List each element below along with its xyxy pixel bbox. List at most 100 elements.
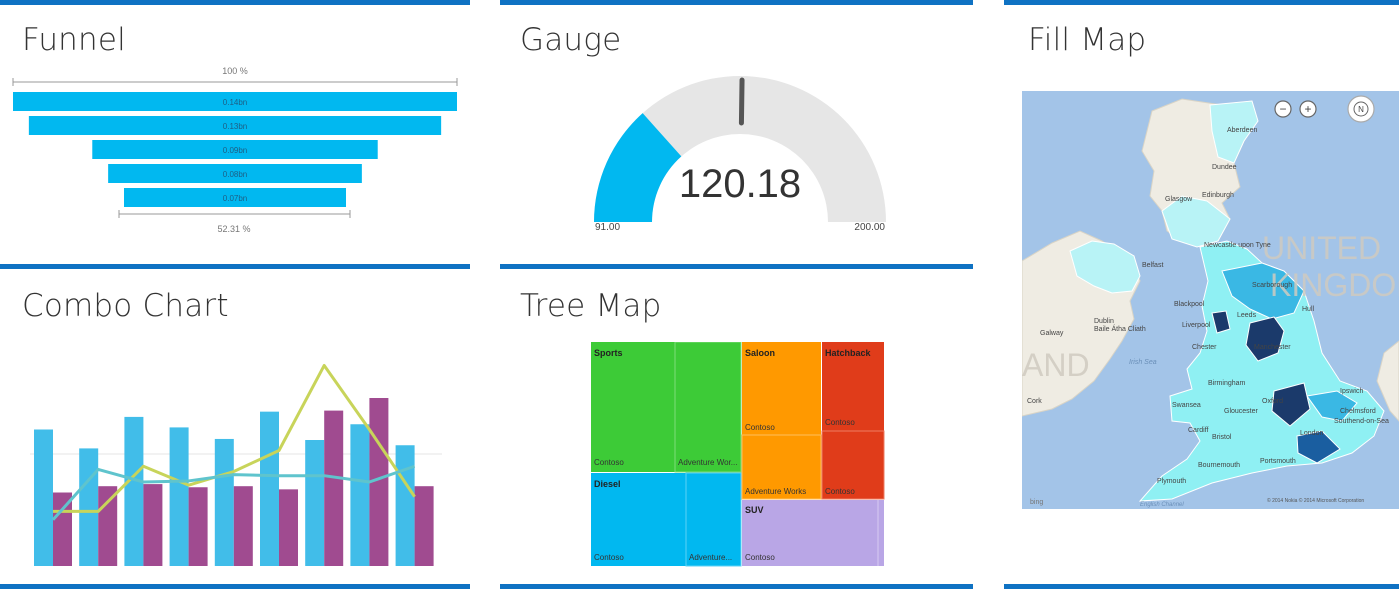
combo-bar-series1[interactable] bbox=[214, 438, 234, 566]
map-label: London bbox=[1300, 430, 1323, 437]
map-label: Chester bbox=[1192, 344, 1217, 351]
treemap-group-label: SUV bbox=[745, 505, 764, 515]
map-label: Belfast bbox=[1142, 262, 1163, 269]
map-label: Cardiff bbox=[1188, 427, 1209, 434]
treemap-tile[interactable]: Tree Map Sports Contoso Adventure Wor...… bbox=[500, 264, 973, 589]
treemap-item-label: Adventure Works bbox=[745, 487, 806, 496]
combo-bar-series1[interactable] bbox=[124, 416, 144, 566]
map-big-label-1: UNITED bbox=[1262, 230, 1381, 266]
treemap-group-label: Saloon bbox=[745, 348, 775, 358]
map-label: Blackpool bbox=[1174, 301, 1205, 308]
combo-bar-series1[interactable] bbox=[350, 424, 370, 566]
treemap-group-label: Sports bbox=[594, 348, 623, 358]
map-label: Cork bbox=[1027, 398, 1042, 405]
zoom-out-icon: − bbox=[1279, 102, 1286, 116]
treemap-cell-sports-adventure[interactable] bbox=[674, 342, 742, 473]
map-label: Liverpool bbox=[1182, 322, 1211, 329]
tile-title: Tree Map bbox=[520, 288, 662, 324]
combo-bar-series1[interactable] bbox=[395, 445, 415, 566]
combo-bar-series1[interactable] bbox=[79, 448, 99, 566]
tile-top-bar bbox=[1004, 0, 1399, 5]
map-label: Manchester bbox=[1254, 344, 1291, 351]
zoom-out-button[interactable]: − bbox=[1274, 100, 1292, 118]
treemap-group-label: Hatchback bbox=[825, 348, 872, 358]
map-label: Oxford bbox=[1262, 398, 1283, 405]
map-label: Galway bbox=[1040, 330, 1064, 337]
tile-top-bar bbox=[0, 264, 470, 269]
tile-bottom-bar bbox=[0, 584, 470, 589]
tile-title: Combo Chart bbox=[22, 288, 229, 324]
treemap-item-label: Contoso bbox=[825, 487, 855, 496]
combo-bar-series2[interactable] bbox=[188, 487, 208, 566]
combo-bar-series2[interactable] bbox=[324, 410, 344, 566]
combo-bar-series1[interactable] bbox=[34, 429, 53, 567]
treemap-group-label: Diesel bbox=[594, 479, 621, 489]
map-label: Leeds bbox=[1237, 312, 1257, 319]
map-label: Bournemouth bbox=[1198, 462, 1240, 469]
map-channel-label: English Channel bbox=[1140, 502, 1184, 508]
map-label: Dundee bbox=[1212, 164, 1237, 171]
compass-icon: N bbox=[1358, 105, 1364, 114]
treemap-item-label: Contoso bbox=[825, 418, 855, 427]
combo-bar-series2[interactable] bbox=[98, 486, 118, 566]
fill-map[interactable]: UNITED KINGDOM AND Aberdeen Dundee Edinb… bbox=[1022, 91, 1399, 509]
combo-bar-series1[interactable] bbox=[260, 411, 279, 566]
map-copyright: © 2014 Nokia © 2014 Microsoft Corporatio… bbox=[1267, 497, 1364, 504]
map-label: Ipswich bbox=[1340, 388, 1363, 395]
combo-bar-series2[interactable] bbox=[143, 484, 163, 566]
combo-bar-series1[interactable] bbox=[169, 427, 189, 566]
treemap-item-label: Contoso bbox=[594, 458, 624, 467]
map-label: Portsmouth bbox=[1260, 458, 1296, 465]
tile-bottom-bar bbox=[1004, 584, 1399, 589]
combo-bar-series2[interactable] bbox=[414, 486, 434, 566]
compass-button[interactable]: N bbox=[1347, 95, 1375, 123]
gauge-target-needle bbox=[738, 77, 745, 126]
tile-top-bar bbox=[500, 264, 973, 269]
funnel-bar-label: 0.08bn bbox=[223, 170, 247, 179]
gauge-max-label: 200.00 bbox=[854, 222, 885, 233]
map-label: Gloucester bbox=[1224, 408, 1259, 415]
zoom-in-button[interactable]: + bbox=[1299, 100, 1317, 118]
treemap-chart: Sports Contoso Adventure Wor... Diesel C… bbox=[591, 342, 885, 567]
combo-bar-series2[interactable] bbox=[233, 486, 253, 566]
map-label: Glasgow bbox=[1165, 196, 1193, 203]
zoom-in-icon: + bbox=[1304, 102, 1311, 116]
funnel-bottom-label: 52.31 % bbox=[217, 224, 250, 234]
gauge-chart: 120.18 91.00 200.00 bbox=[594, 76, 886, 233]
map-label: Newcastle upon Tyne bbox=[1204, 242, 1271, 249]
funnel-top-label: 100 % bbox=[222, 66, 248, 76]
map-label: Plymouth bbox=[1157, 478, 1186, 485]
map-label: Aberdeen bbox=[1227, 127, 1257, 134]
funnel-bar-label: 0.09bn bbox=[223, 146, 247, 155]
map-big-label-3: AND bbox=[1022, 347, 1090, 383]
map-label: Bristol bbox=[1212, 434, 1232, 441]
gauge-value-label: 120.18 bbox=[679, 162, 801, 206]
map-label: Swansea bbox=[1172, 402, 1201, 409]
map-label: Scarborough bbox=[1252, 282, 1292, 289]
combo-bar-series1[interactable] bbox=[305, 440, 325, 566]
map-label: Southend-on-Sea bbox=[1334, 418, 1389, 425]
funnel-chart: 100 % 0.14bn 0.13bn 0.09bn 0.08bn 0.07bn 52.… bbox=[12, 66, 458, 234]
treemap-item-label: Contoso bbox=[594, 553, 624, 562]
map-label: Birmingham bbox=[1208, 380, 1246, 387]
funnel-bar-label: 0.14bn bbox=[223, 98, 247, 107]
tile-bottom-bar bbox=[500, 584, 973, 589]
funnel-bar-label: 0.13bn bbox=[223, 122, 247, 131]
combo-bar-series2[interactable] bbox=[279, 489, 298, 566]
funnel-tile[interactable]: Funnel 100 % 0.14bn 0.13bn 0.09bn 0.08bn 0.0… bbox=[0, 0, 470, 270]
tile-top-bar bbox=[0, 0, 470, 5]
map-label: Baile Átha Cliath bbox=[1094, 324, 1146, 333]
gauge-min-label: 91.00 bbox=[595, 222, 620, 233]
treemap-item-label: Adventure Wor... bbox=[678, 458, 737, 467]
fillmap-tile[interactable]: Fill Map UNITED KINGDOM AND Aberdeen Dun… bbox=[1004, 0, 1399, 589]
combo-tile[interactable]: Combo Chart bbox=[0, 264, 470, 589]
treemap-cell-sports-contoso[interactable] bbox=[591, 342, 675, 472]
map-label: Irish Sea bbox=[1129, 359, 1157, 366]
bing-logo: bing bbox=[1030, 499, 1043, 506]
map-label: Dublin bbox=[1094, 318, 1114, 325]
gauge-tile[interactable]: Gauge 120.18 91.00 200.00 bbox=[500, 0, 973, 270]
map-label: Edinburgh bbox=[1202, 192, 1234, 199]
combo-chart bbox=[30, 363, 442, 567]
map-label: Hull bbox=[1302, 306, 1315, 313]
funnel-bar-label: 0.07bn bbox=[223, 194, 247, 203]
